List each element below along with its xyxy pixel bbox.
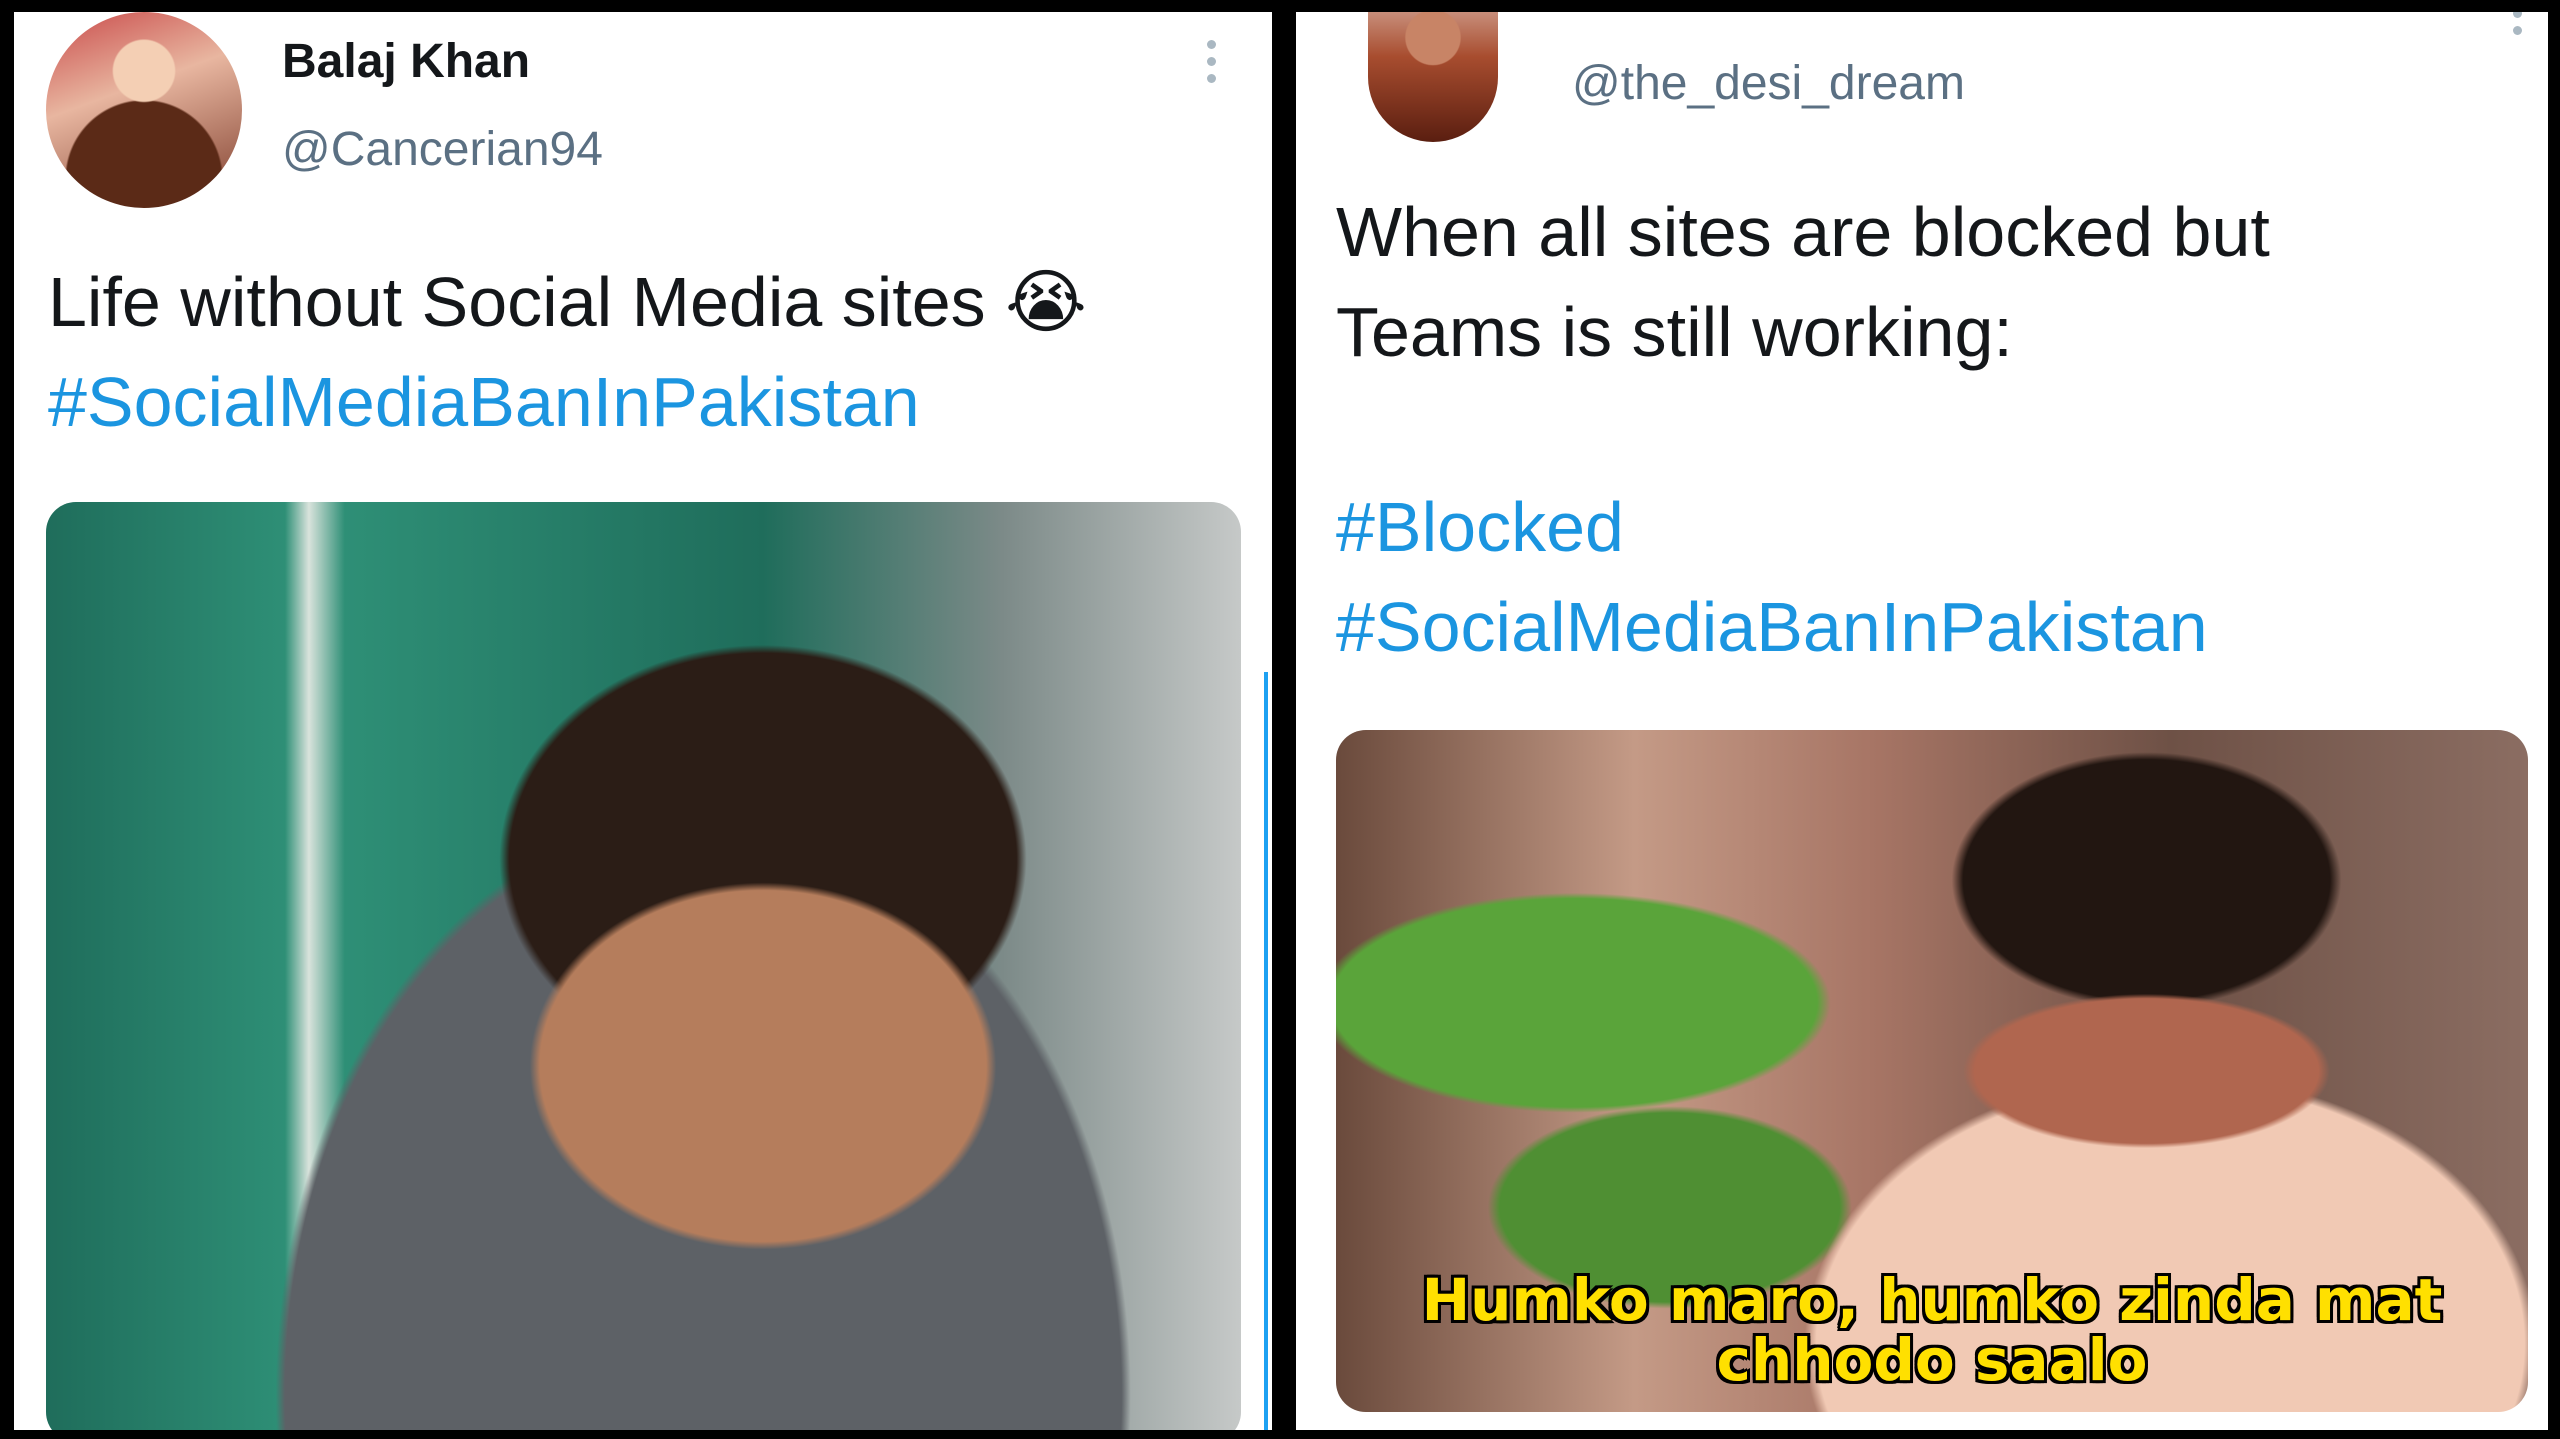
author-avatar[interactable] bbox=[46, 12, 242, 208]
scrollbar[interactable] bbox=[1264, 672, 1268, 1430]
crying-face-icon: 😭 bbox=[1005, 261, 1087, 343]
hashtag-link[interactable]: #Blocked bbox=[1336, 477, 1624, 577]
more-vertical-icon[interactable] bbox=[1204, 40, 1220, 91]
tweet-right: @the_desi_dream When all sites are block… bbox=[1296, 12, 2548, 1430]
media-caption-line-1: Humko maro, humko zinda mat bbox=[1421, 1266, 2443, 1334]
tweet-body-line-2: Teams is still working: bbox=[1336, 293, 2013, 371]
tweet-body-line-1: When all sites are blocked but bbox=[1336, 193, 2270, 271]
tweet-media-image[interactable] bbox=[46, 502, 1241, 1430]
author-name[interactable]: Balaj Khan bbox=[282, 34, 530, 89]
tweet-media-image[interactable]: Humko maro, humko zinda mat chhodo saalo bbox=[1336, 730, 2528, 1412]
more-vertical-icon[interactable] bbox=[2510, 12, 2526, 43]
author-avatar[interactable] bbox=[1368, 12, 1498, 142]
tweet-text: Life without Social Media sites 😭 bbox=[48, 252, 1087, 352]
hashtag-link[interactable]: #SocialMediaBanInPakistan bbox=[1336, 577, 2208, 677]
hashtag-link[interactable]: #SocialMediaBanInPakistan bbox=[48, 352, 920, 452]
tweet-body: Life without Social Media sites bbox=[48, 263, 986, 341]
author-handle[interactable]: @the_desi_dream bbox=[1572, 56, 1965, 111]
media-caption-line-2: chhodo saalo bbox=[1716, 1326, 2148, 1394]
tweet-left: Balaj Khan @Cancerian94 Life without Soc… bbox=[14, 12, 1272, 1430]
author-handle[interactable]: @Cancerian94 bbox=[282, 122, 603, 177]
